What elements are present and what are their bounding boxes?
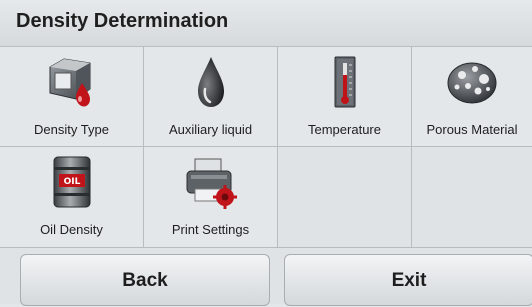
porous-rock-icon [442,53,502,113]
tile-label: Density Type [34,122,109,137]
thermometer-icon [315,53,375,113]
liquid-drop-icon [181,53,241,113]
tile-label: Auxiliary liquid [168,122,253,137]
tile-porous-material[interactable]: Porous Material [412,47,532,147]
oil-barrel-icon: OIL [42,153,102,213]
density-type-icon [42,53,102,113]
tile-empty [278,147,412,248]
back-button[interactable]: Back [20,254,270,306]
bottom-button-bar: Back Exit [0,248,532,306]
title-bar: Density Determination [0,0,532,47]
menu-grid: Density Type Auxiliary liquid Temperatur… [0,47,532,248]
tile-label: Print Settings [171,222,250,237]
printer-settings-icon [181,153,241,213]
tile-oil-density[interactable]: OIL Oil Density [0,147,144,248]
exit-button[interactable]: Exit [284,254,532,306]
tile-temperature[interactable]: Temperature [278,47,412,147]
tile-label: Porous Material [426,122,518,137]
tile-label: Temperature [308,122,381,137]
svg-text:OIL: OIL [63,177,80,187]
page-title: Density Determination [16,10,229,32]
tile-empty [412,147,532,248]
tile-density-type[interactable]: Density Type [0,47,144,147]
tile-auxiliary-liquid[interactable]: Auxiliary liquid [144,47,278,147]
tile-print-settings[interactable]: Print Settings [144,147,278,248]
tile-label: Oil Density [40,222,103,237]
